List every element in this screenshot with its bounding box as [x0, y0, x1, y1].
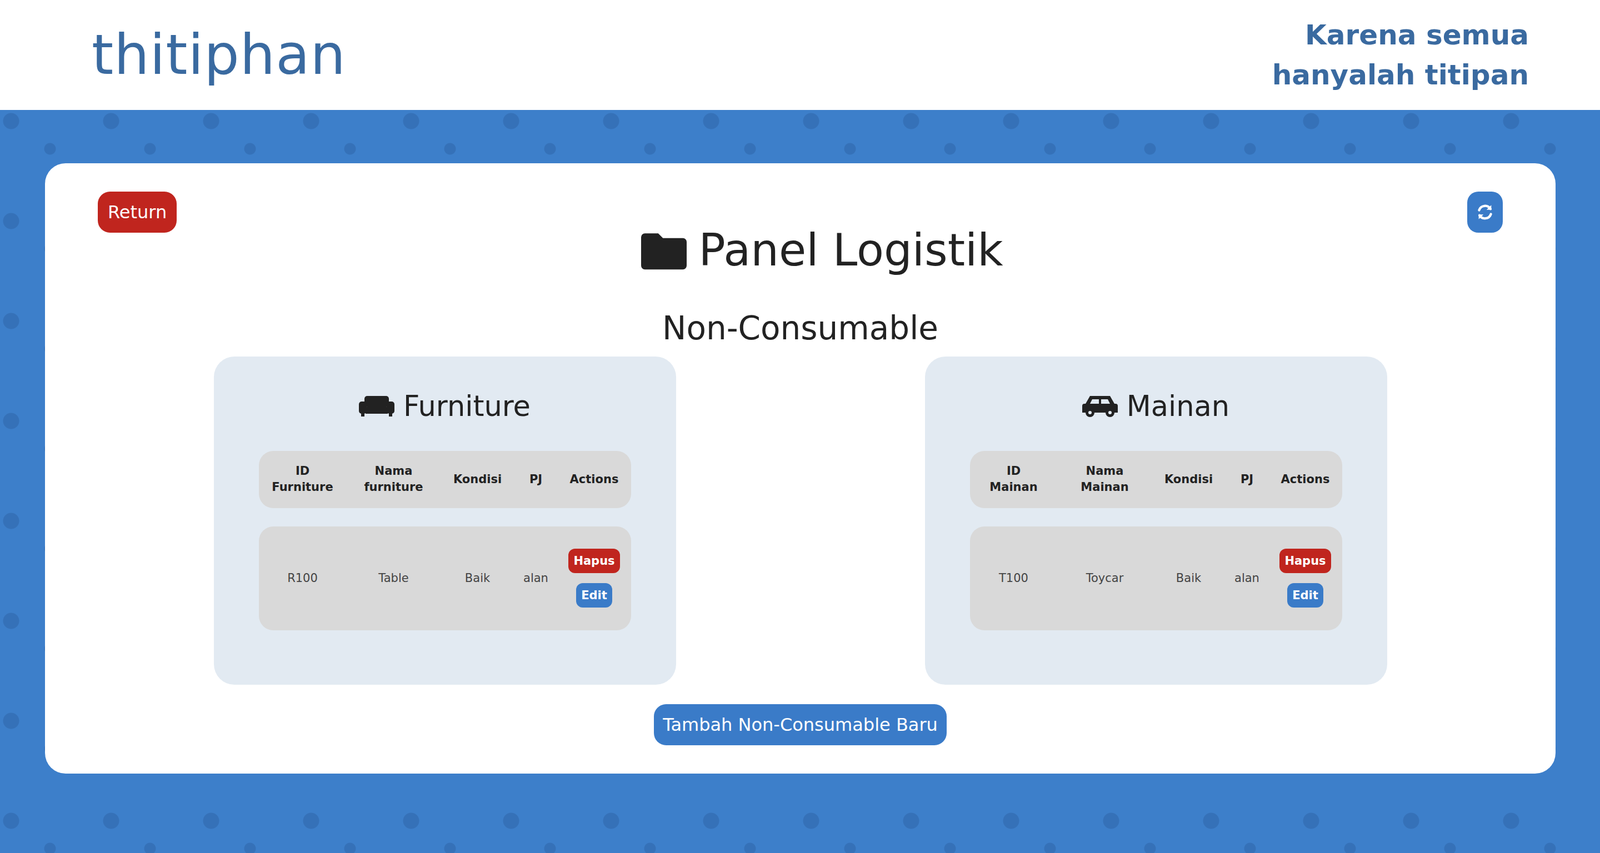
column-header: PJ — [1225, 471, 1269, 488]
top-row: Return Panel Logistik — [97, 191, 1503, 278]
table-cell: Baik — [441, 571, 515, 585]
logo[interactable]: thitiphan — [91, 21, 347, 89]
panel-title-text: Furniture — [403, 389, 531, 424]
page-title-text: Panel Logistik — [698, 223, 1004, 278]
page: thitiphan Karena semuahanyalah titipan Ret… — [0, 0, 1600, 853]
table-header: ID FurnitureNama furnitureKondisiPJActio… — [258, 451, 632, 509]
sofa-icon — [358, 393, 395, 419]
column-header: ID Furniture — [258, 463, 347, 497]
delete-button[interactable]: Hapus — [1279, 548, 1331, 574]
tagline-line: Karena semua — [1272, 15, 1529, 56]
column-header: Nama Mainan — [1057, 463, 1153, 497]
logistics-card: Return Panel Logistik Non-Consumable Furnit… — [45, 163, 1556, 774]
table-cell: T100 — [970, 571, 1058, 585]
return-button[interactable]: Return — [97, 191, 177, 233]
table-cell: R100 — [258, 571, 347, 585]
table-cell: Baik — [1152, 571, 1226, 585]
column-header: Nama furniture — [346, 463, 442, 497]
page-title: Panel Logistik — [176, 191, 1468, 278]
table-cell: alan — [514, 571, 558, 585]
panel-title: Mainan — [970, 389, 1343, 424]
tagline: Karena semuahanyalah titipan — [1272, 15, 1529, 96]
category-panel: Mainan ID MainanNama MainanKondisiPJActio… — [925, 356, 1388, 685]
main-area: Return Panel Logistik Non-Consumable Furnit… — [0, 110, 1600, 853]
column-header: Actions — [557, 471, 632, 488]
column-header: Actions — [1268, 471, 1343, 488]
section-title: Non-Consumable — [662, 309, 939, 349]
refresh-button[interactable] — [1467, 191, 1503, 233]
table-row: T100ToycarBaikalan Hapus Edit — [970, 526, 1343, 631]
refresh-icon — [1475, 202, 1495, 222]
table-header: ID MainanNama MainanKondisiPJActions — [970, 451, 1343, 509]
add-button[interactable]: Tambah Non-Consumable Baru — [653, 704, 947, 746]
panel-title-text: Mainan — [1126, 389, 1230, 424]
tagline-line: hanyalah titipan — [1272, 55, 1529, 96]
panel-title: Furniture — [258, 389, 632, 424]
column-header: Kondisi — [441, 471, 515, 488]
actions-cell: Hapus Edit — [557, 548, 632, 608]
category-panel: Furniture ID FurnitureNama furnitureKondi… — [213, 356, 677, 685]
edit-button[interactable]: Edit — [576, 583, 613, 608]
folder-icon — [641, 231, 687, 270]
table-cell: alan — [1225, 571, 1269, 585]
delete-button[interactable]: Hapus — [568, 548, 620, 574]
table-row: R100TableBaikalan Hapus Edit — [258, 526, 632, 631]
table-cell: Table — [346, 571, 442, 585]
panels: FurnitureID FurnitureNama furnitureKondi… — [213, 356, 1388, 685]
edit-button[interactable]: Edit — [1287, 583, 1324, 608]
actions-cell: Hapus Edit — [1268, 548, 1343, 608]
car-icon — [1082, 393, 1118, 419]
header: thitiphan Karena semuahanyalah titipan — [0, 0, 1600, 110]
column-header: ID Mainan — [970, 463, 1058, 497]
column-header: Kondisi — [1152, 471, 1226, 488]
table-cell: Toycar — [1057, 571, 1153, 585]
column-header: PJ — [514, 471, 558, 488]
